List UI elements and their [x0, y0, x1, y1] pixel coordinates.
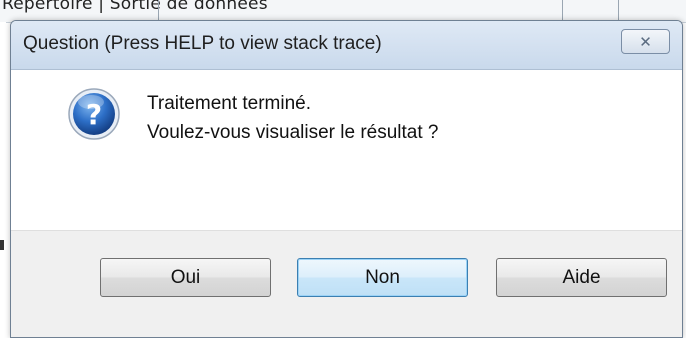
background-separator: [158, 0, 159, 22]
yes-button[interactable]: Oui: [100, 258, 271, 297]
background-edge: [0, 22, 6, 338]
question-dialog: Question (Press HELP to view stack trace…: [10, 20, 683, 338]
close-button[interactable]: ✕: [621, 29, 670, 54]
message-line-2: Voulez-vous visualiser le résultat ?: [147, 122, 439, 143]
dialog-titlebar[interactable]: Question (Press HELP to view stack trace…: [11, 21, 682, 70]
message-line-1: Traitement terminé.: [147, 93, 312, 114]
svg-text:?: ?: [86, 98, 102, 131]
background-separator: [562, 0, 563, 22]
close-icon: ✕: [639, 32, 652, 51]
background-edge-mark: [0, 240, 4, 250]
dialog-message: Traitement terminé. Voulez-vous visualis…: [147, 89, 438, 147]
question-icon: ?: [68, 88, 120, 140]
background-separator: [618, 0, 619, 22]
background-window-text: Répertoire | Sortie de données: [2, 0, 268, 14]
no-button[interactable]: Non: [297, 258, 468, 297]
dialog-title: Question (Press HELP to view stack trace…: [23, 33, 382, 54]
help-button[interactable]: Aide: [496, 258, 667, 297]
